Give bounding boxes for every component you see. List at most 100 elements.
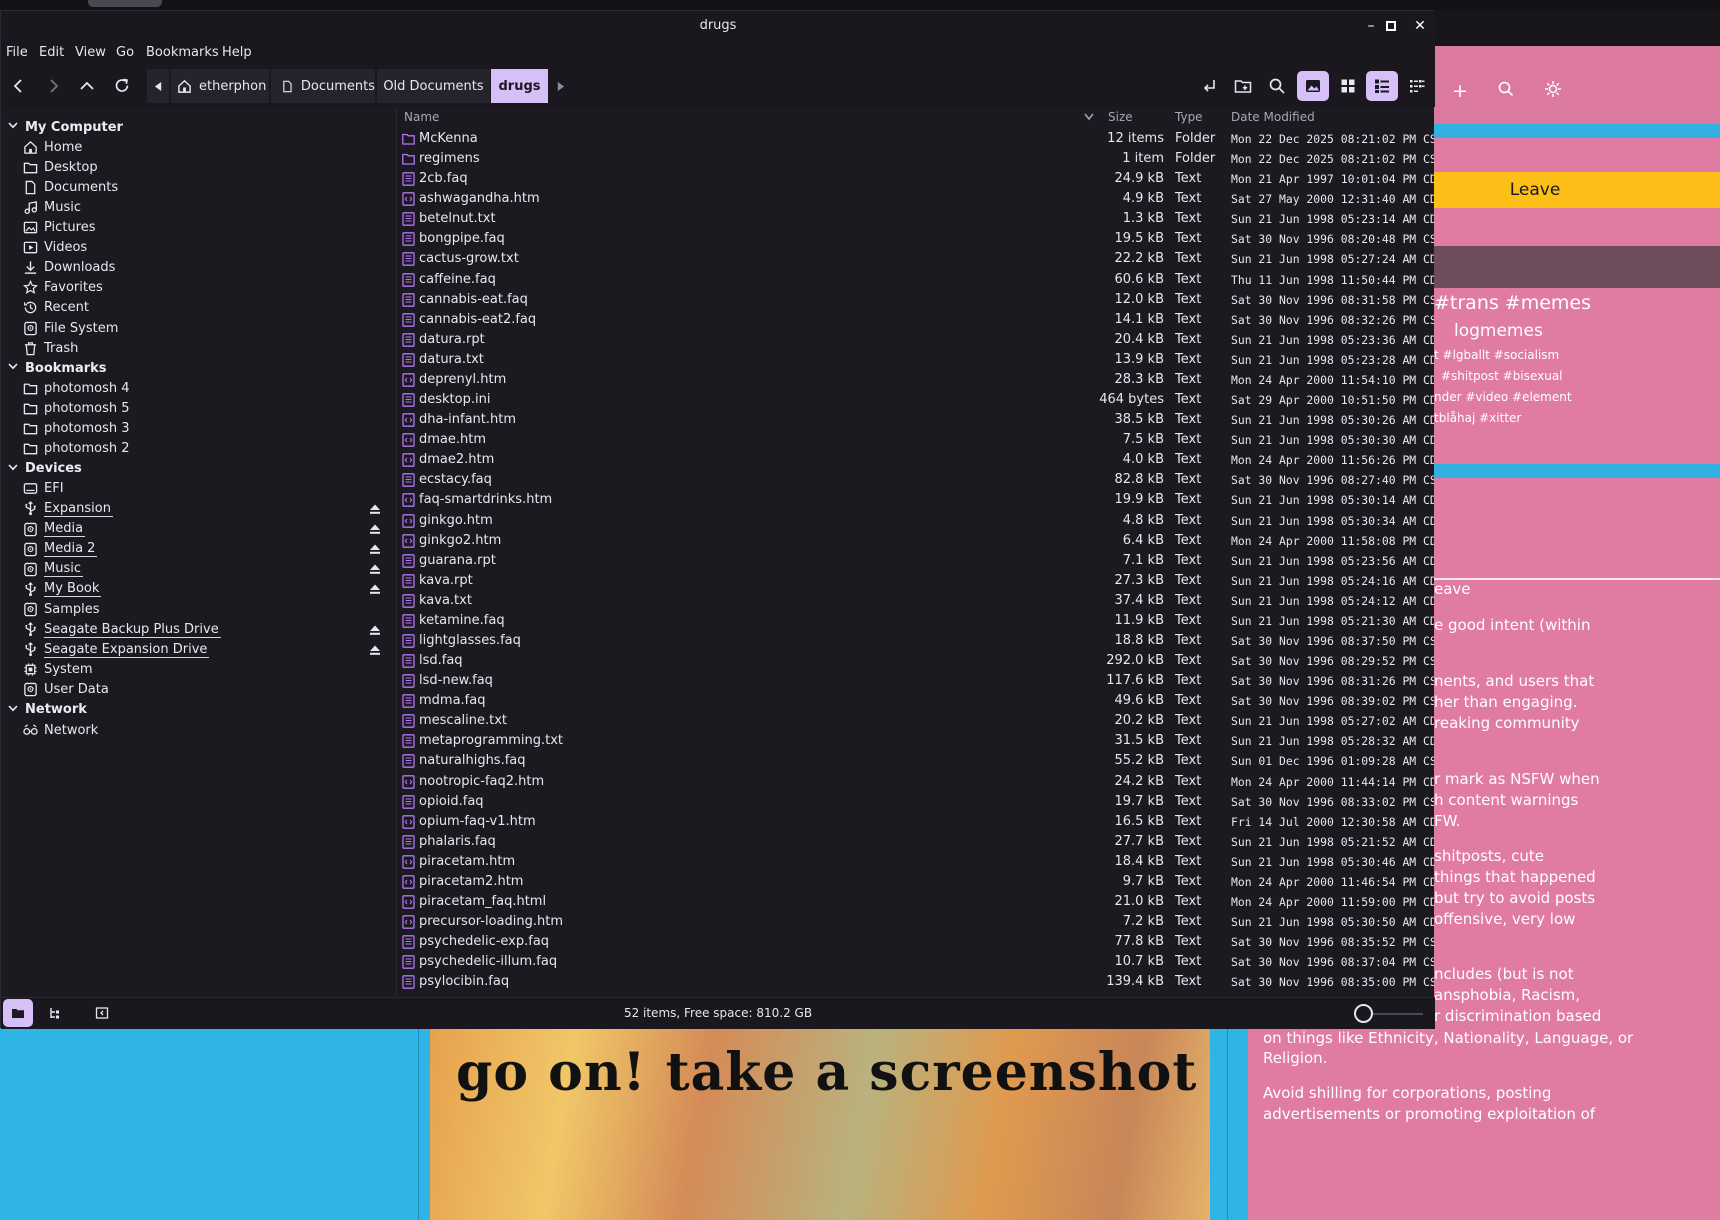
sidebar-item-user-data[interactable]: User Data xyxy=(23,680,383,700)
section-network-header[interactable]: Network xyxy=(7,700,87,720)
sun-icon[interactable] xyxy=(1544,80,1562,98)
search-button[interactable] xyxy=(1261,71,1293,101)
file-row[interactable]: phalaris.faq 27.7 kB Text Sun 21 Jun 1998 0… xyxy=(398,832,1434,852)
file-row[interactable]: caffeine.faq 60.6 kB Text Thu 11 Jun 1998 1… xyxy=(398,270,1434,290)
sidebar-item-desktop[interactable]: Desktop xyxy=(23,157,383,177)
file-row[interactable]: opioid.faq 19.7 kB Text Sat 30 Nov 1996 08:… xyxy=(398,792,1434,812)
maximize-button[interactable] xyxy=(1381,17,1401,35)
file-row[interactable]: cactus-grow.txt 22.2 kB Text Sun 21 Jun 199… xyxy=(398,249,1434,269)
file-row[interactable]: kava.rpt 27.3 kB Text Sun 21 Jun 1998 05:24… xyxy=(398,571,1434,591)
sidebar-item-media[interactable]: Media xyxy=(23,519,383,539)
compact-view-button[interactable] xyxy=(1401,71,1433,101)
sidebar-item-documents[interactable]: Documents xyxy=(23,177,383,197)
file-row[interactable]: kava.txt 37.4 kB Text Sun 21 Jun 1998 05:24… xyxy=(398,591,1434,611)
file-row[interactable]: mescaline.txt 20.2 kB Text Sun 21 Jun 1998 … xyxy=(398,711,1434,731)
file-row[interactable]: lsd-new.faq 117.6 kB Text Sat 30 Nov 1996 0… xyxy=(398,671,1434,691)
menu-edit[interactable]: Edit xyxy=(39,45,64,60)
column-size[interactable]: Size xyxy=(1108,110,1133,124)
file-row[interactable]: 2cb.faq 24.9 kB Text Mon 21 Apr 1997 10:01:… xyxy=(398,169,1434,189)
breadcrumb-drugs[interactable]: drugs xyxy=(491,69,548,103)
eject-icon[interactable] xyxy=(369,503,381,515)
eject-icon[interactable] xyxy=(369,523,381,535)
minimize-button[interactable]: – xyxy=(1361,17,1381,35)
file-row[interactable]: ecstacy.faq 82.8 kB Text Sat 30 Nov 1996 08… xyxy=(398,470,1434,490)
file-row[interactable]: metaprogramming.txt 31.5 kB Text Sun 21 Jun… xyxy=(398,731,1434,751)
file-row[interactable]: dmae2.htm 4.0 kB Text Mon 24 Apr 2000 11:56… xyxy=(398,450,1434,470)
file-row[interactable]: cannabis-eat.faq 12.0 kB Text Sat 30 Nov 19… xyxy=(398,290,1434,310)
sidebar-item-network[interactable]: Network xyxy=(23,720,383,740)
sidebar-item-expansion[interactable]: Expansion xyxy=(23,499,383,519)
up-button[interactable] xyxy=(71,71,103,101)
file-row[interactable]: psychedelic-exp.faq 77.8 kB Text Sat 30 Nov… xyxy=(398,932,1434,952)
eject-icon[interactable] xyxy=(369,583,381,595)
file-row[interactable]: piracetam2.htm 9.7 kB Text Mon 24 Apr 2000 … xyxy=(398,872,1434,892)
file-row[interactable]: cannabis-eat2.faq 14.1 kB Text Sat 30 Nov 1… xyxy=(398,310,1434,330)
workspace-indicator[interactable] xyxy=(88,0,162,7)
file-row[interactable]: ginkgo.htm 4.8 kB Text Sun 21 Jun 1998 05:3… xyxy=(398,511,1434,531)
forward-button[interactable] xyxy=(37,71,69,101)
file-row[interactable]: psylocibin.faq 139.4 kB Text Sat 30 Nov 199… xyxy=(398,972,1434,992)
sidebar-item-recent[interactable]: Recent xyxy=(23,298,383,318)
eject-icon[interactable] xyxy=(369,543,381,555)
file-row[interactable]: datura.rpt 20.4 kB Text Sun 21 Jun 1998 05:… xyxy=(398,330,1434,350)
eject-icon[interactable] xyxy=(369,624,381,636)
column-name[interactable]: Name xyxy=(404,110,439,124)
file-row[interactable]: psychedelic-illum.faq 10.7 kB Text Sat 30 N… xyxy=(398,952,1434,972)
back-button[interactable] xyxy=(3,71,35,101)
menu-view[interactable]: View xyxy=(75,45,106,60)
reload-button[interactable] xyxy=(106,71,138,101)
breadcrumb-documents[interactable]: Documents xyxy=(271,69,375,103)
search-icon[interactable] xyxy=(1498,81,1514,97)
sidebar-item-favorites[interactable]: Favorites xyxy=(23,278,383,298)
sidebar-item-home[interactable]: Home xyxy=(23,137,383,157)
file-row[interactable]: ketamine.faq 11.9 kB Text Sun 21 Jun 1998 0… xyxy=(398,611,1434,631)
sidebar-item-photomosh-2[interactable]: photomosh 2 xyxy=(23,439,383,459)
show-thumbnails-toggle[interactable] xyxy=(1297,71,1329,101)
sidebar-item-pictures[interactable]: Pictures xyxy=(23,218,383,238)
file-row[interactable]: nootropic-faq2.htm 24.2 kB Text Mon 24 Apr … xyxy=(398,772,1434,792)
sidebar-item-seagate-expansion-drive[interactable]: Seagate Expansion Drive xyxy=(23,640,383,660)
file-row[interactable]: opium-faq-v1.htm 16.5 kB Text Fri 14 Jul 20… xyxy=(398,812,1434,832)
sidebar-item-system[interactable]: System xyxy=(23,660,383,680)
sidebar-item-efi[interactable]: EFI xyxy=(23,479,383,499)
section-my-computer-header[interactable]: My Computer xyxy=(7,117,123,137)
file-row[interactable]: McKenna 12 items Folder Mon 22 Dec 2025 08:… xyxy=(398,129,1434,149)
file-row[interactable]: dha-infant.htm 38.5 kB Text Sun 21 Jun 1998… xyxy=(398,410,1434,430)
sidebar-item-photomosh-3[interactable]: photomosh 3 xyxy=(23,419,383,439)
sidebar-item-videos[interactable]: Videos xyxy=(23,238,383,258)
file-row[interactable]: bongpipe.faq 19.5 kB Text Sat 30 Nov 1996 0… xyxy=(398,229,1434,249)
file-row[interactable]: mdma.faq 49.6 kB Text Sat 30 Nov 1996 08:39… xyxy=(398,691,1434,711)
sidebar-item-samples[interactable]: Samples xyxy=(23,599,383,619)
file-row[interactable]: dmae.htm 7.5 kB Text Sun 21 Jun 1998 05:30:… xyxy=(398,430,1434,450)
leave-button[interactable]: Leave xyxy=(1434,172,1720,208)
menu-help[interactable]: Help xyxy=(222,45,252,60)
list-view-button[interactable] xyxy=(1366,71,1398,101)
file-row[interactable]: desktop.ini 464 bytes Text Sat 29 Apr 2000 … xyxy=(398,390,1434,410)
icon-view-button[interactable] xyxy=(1332,71,1364,101)
sort-descending-icon[interactable] xyxy=(1084,113,1094,121)
section-devices-header[interactable]: Devices xyxy=(7,459,82,479)
breadcrumb-scroll-left[interactable] xyxy=(147,69,169,103)
menu-go[interactable]: Go xyxy=(116,45,134,60)
sidebar-item-photomosh-4[interactable]: photomosh 4 xyxy=(23,378,383,398)
file-row[interactable]: piracetam_faq.html 21.0 kB Text Mon 24 Apr … xyxy=(398,892,1434,912)
title-bar[interactable]: drugs – ✕ xyxy=(1,11,1435,41)
plus-icon[interactable]: + xyxy=(1452,80,1468,102)
file-row[interactable]: guarana.rpt 7.1 kB Text Sun 21 Jun 1998 05:… xyxy=(398,551,1434,571)
file-row[interactable]: piracetam.htm 18.4 kB Text Sun 21 Jun 1998 … xyxy=(398,852,1434,872)
close-button[interactable]: ✕ xyxy=(1410,17,1430,35)
open-terminal-button[interactable] xyxy=(1193,71,1225,101)
file-row[interactable]: regimens 1 item Folder Mon 22 Dec 2025 08:2… xyxy=(398,149,1434,169)
sidebar-item-media-2[interactable]: Media 2 xyxy=(23,539,383,559)
meme-image[interactable]: go on! take a screenshot of a folder xyxy=(430,1028,1210,1220)
breadcrumb-old-documents[interactable]: Old Documents xyxy=(377,69,490,103)
file-row[interactable]: lightglasses.faq 18.8 kB Text Sat 30 Nov 19… xyxy=(398,631,1434,651)
new-folder-button[interactable] xyxy=(1227,71,1259,101)
sidebar-item-seagate-backup-plus-drive[interactable]: Seagate Backup Plus Drive xyxy=(23,620,383,640)
file-row[interactable]: precursor-loading.htm 7.2 kB Text Sun 21 Ju… xyxy=(398,912,1434,932)
eject-icon[interactable] xyxy=(369,563,381,575)
menu-bookmarks[interactable]: Bookmarks xyxy=(146,45,219,60)
breadcrumb-scroll-right[interactable] xyxy=(550,69,570,103)
file-row[interactable]: betelnut.txt 1.3 kB Text Sun 21 Jun 1998 05… xyxy=(398,209,1434,229)
column-type[interactable]: Type xyxy=(1175,110,1203,124)
